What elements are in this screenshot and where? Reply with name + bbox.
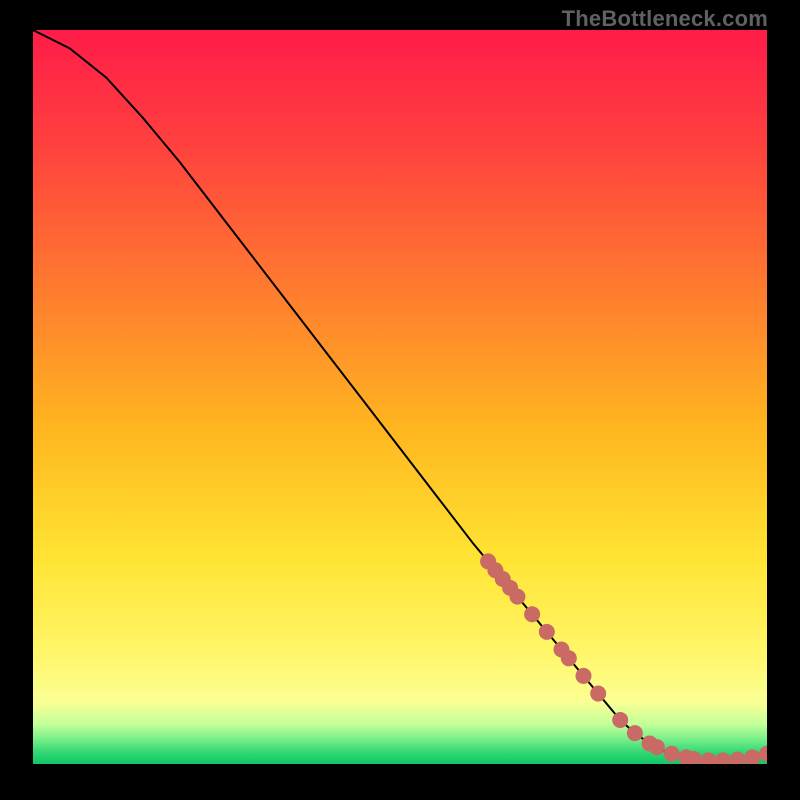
data-marker (576, 668, 592, 684)
data-marker (612, 712, 628, 728)
gradient-background (33, 30, 767, 764)
data-marker (561, 650, 577, 666)
data-marker (649, 739, 665, 755)
data-marker (509, 589, 525, 605)
chart-svg (33, 30, 767, 764)
data-marker (590, 686, 606, 702)
data-marker (524, 606, 540, 622)
chart-container: TheBottleneck.com (0, 0, 800, 800)
data-marker (664, 746, 680, 762)
data-marker (627, 725, 643, 741)
watermark-label: TheBottleneck.com (562, 6, 768, 32)
plot-area (33, 30, 767, 764)
data-marker (539, 624, 555, 640)
